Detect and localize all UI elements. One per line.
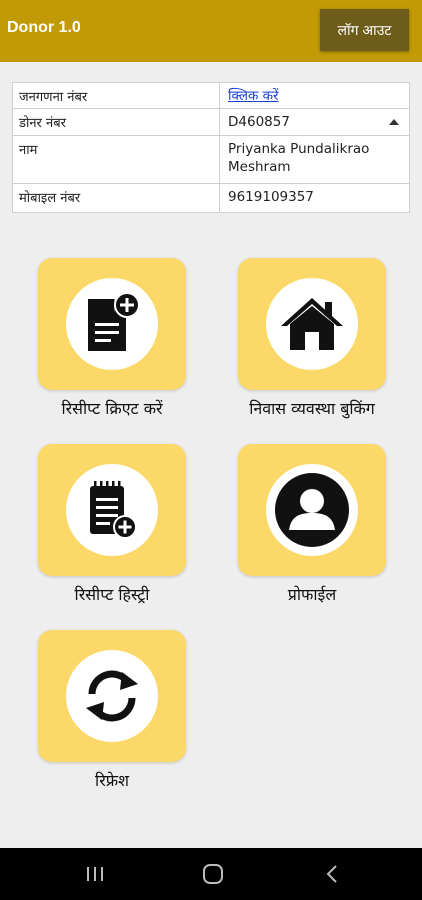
census-click-link[interactable]: क्लिक करें xyxy=(228,88,279,104)
document-add-icon xyxy=(88,293,140,351)
home-icon xyxy=(281,298,343,350)
refresh-label[interactable]: रिफ्रेश xyxy=(12,769,212,791)
accommodation-booking-tile[interactable] xyxy=(238,258,386,390)
home-button[interactable] xyxy=(193,858,233,890)
mobile-label: मोबाइल नंबर xyxy=(13,184,220,212)
refresh-tile[interactable] xyxy=(38,630,186,762)
donor-number-label: डोनर नंबर xyxy=(13,109,220,135)
refresh-icon xyxy=(86,670,138,722)
mobile-row: मोबाइल नंबर 9619109357 xyxy=(13,184,409,212)
name-value: Priyanka Pundalikrao Meshram xyxy=(228,141,370,175)
name-row: नाम Priyanka Pundalikrao Meshram xyxy=(13,136,409,184)
donor-number-row[interactable]: डोनर नंबर D460857 xyxy=(13,109,409,136)
system-nav-bar xyxy=(0,848,422,900)
logout-button[interactable]: लॉग आउट xyxy=(320,9,409,51)
notepad-add-icon xyxy=(90,481,137,539)
census-row: जनगणना नंबर क्लिक करें xyxy=(13,83,409,109)
create-receipt-tile[interactable] xyxy=(38,258,186,390)
app-title: Donor 1.0 xyxy=(7,19,81,36)
census-label: जनगणना नंबर xyxy=(13,83,220,108)
profile-label[interactable]: प्रोफाईल xyxy=(212,583,412,605)
recent-apps-button[interactable] xyxy=(75,858,115,890)
recent-apps-icon xyxy=(87,867,103,881)
caret-up-icon[interactable] xyxy=(389,119,399,125)
home-circle-icon xyxy=(203,864,223,884)
donor-info-table: जनगणना नंबर क्लिक करें डोनर नंबर D460857… xyxy=(12,82,410,213)
mobile-value: 9619109357 xyxy=(228,189,314,205)
back-button[interactable] xyxy=(312,858,352,890)
receipt-history-label[interactable]: रिसीप्ट हिस्ट्री xyxy=(12,583,212,605)
back-chevron-icon xyxy=(326,865,337,883)
accommodation-booking-label[interactable]: निवास व्यवस्था बुकिंग xyxy=(212,397,412,419)
name-label: नाम xyxy=(13,136,220,183)
create-receipt-label[interactable]: रिसीप्ट क्रिएट करें xyxy=(12,397,212,419)
donor-number-value: D460857 xyxy=(228,114,290,130)
app-bar: Donor 1.0 लॉग आउट xyxy=(0,0,422,62)
user-icon xyxy=(275,473,349,547)
profile-tile[interactable] xyxy=(238,444,386,576)
receipt-history-tile[interactable] xyxy=(38,444,186,576)
